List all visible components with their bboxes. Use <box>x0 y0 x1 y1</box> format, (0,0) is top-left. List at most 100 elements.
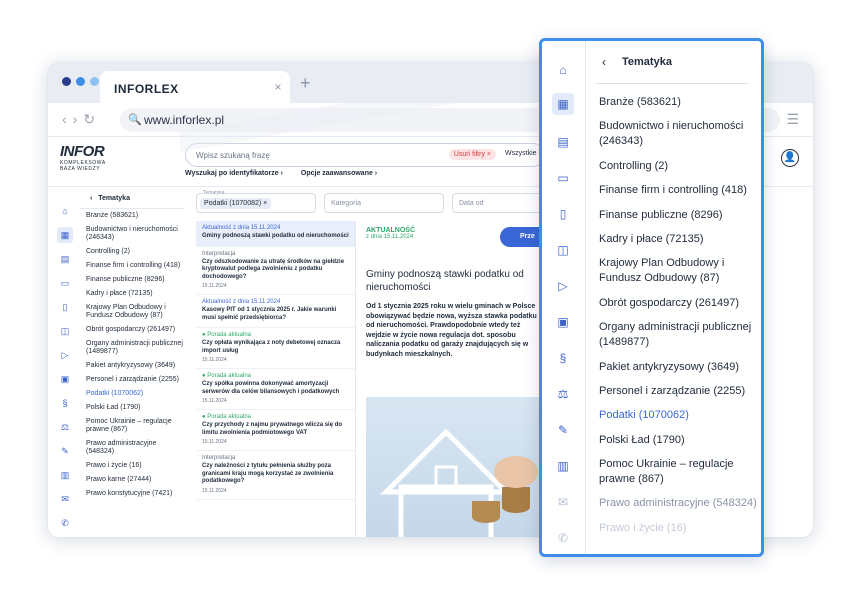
topic-panel: ‹ Tematyka Branże (583621) Budownictwo i … <box>80 187 184 537</box>
logo-subtitle: BAZA WIEDZY <box>60 166 101 172</box>
logo-text: INFOR <box>60 143 105 160</box>
clear-filters-button[interactable]: Usuń filtry × <box>448 149 496 160</box>
logo[interactable]: INFOR KOMPLEKSOWA BAZA WIEDZY <box>60 143 120 172</box>
window-dot[interactable] <box>76 77 85 86</box>
briefcase-icon[interactable]: ▥ <box>552 455 574 477</box>
search-links: Wyszukaj po identyfikatorze › Opcje zaaw… <box>185 170 377 177</box>
play-icon[interactable]: ▷ <box>552 275 574 297</box>
zoomed-topic-item[interactable]: Polski Ład (1790) <box>599 433 759 448</box>
gift-icon[interactable]: ◫ <box>57 323 73 339</box>
mail-icon[interactable]: ✉ <box>57 491 73 507</box>
edit-icon[interactable]: ✎ <box>57 443 73 459</box>
nav-buttons[interactable]: ‹›↻ <box>62 111 101 128</box>
result-tag: Aktualność z dnia 15.11.2024 <box>202 299 281 305</box>
gavel-icon[interactable]: ⚖ <box>552 383 574 405</box>
browser-tab[interactable]: INFORLEX × <box>100 71 290 103</box>
book-icon[interactable]: ▯ <box>552 203 574 225</box>
zoomed-topic-item[interactable]: Personel i zarządzanie (2255) <box>599 384 759 399</box>
topic-item[interactable]: Prawo konstytucyjne (7421) <box>80 487 184 501</box>
result-title: Gminy podnoszą stawki podatku od nieruch… <box>202 233 349 239</box>
book-icon[interactable]: ▯ <box>57 299 73 315</box>
paragraph-icon[interactable]: § <box>57 395 73 411</box>
topic-item[interactable]: Kadry i płace (72135) <box>80 287 184 301</box>
topic-filter-select[interactable]: Tematyka Podatki (1070082) × <box>196 190 316 213</box>
advanced-options-link[interactable]: Opcje zaawansowane › <box>301 170 377 177</box>
home-icon[interactable]: ⌂ <box>552 59 574 81</box>
edit-icon[interactable]: ✎ <box>552 419 574 441</box>
zoomed-topic-item[interactable]: Controlling (2) <box>599 159 759 174</box>
monitor-icon[interactable]: ▣ <box>57 371 73 387</box>
topic-item[interactable]: Pakiet antykryzysowy (3649) <box>80 359 184 373</box>
topic-item[interactable]: Finanse publiczne (8296) <box>80 273 184 287</box>
topic-item[interactable]: Budownictwo i nieruchomości (246343) <box>80 223 184 245</box>
topic-item[interactable]: Polski Ład (1790) <box>80 401 184 415</box>
back-icon[interactable]: ‹ <box>602 55 606 69</box>
grid-icon[interactable]: ▦ <box>57 227 73 243</box>
menu-icon[interactable]: ☰ <box>786 111 799 128</box>
result-title: Czy odszkodowanie za utratę środków na g… <box>202 258 345 280</box>
zoomed-topic-item[interactable]: Budownictwo i nieruchomości (246343) <box>599 119 759 149</box>
search-scope-select[interactable]: Wszystkie k <box>505 150 542 157</box>
zoomed-topic-item[interactable]: Prawo administracyjne (548324) <box>599 496 759 511</box>
article-title: Gminy podnoszą stawki podatku od nieruch… <box>366 269 524 293</box>
zoomed-topic-item[interactable]: Pomoc Ukrainie – regulacje prawne (867) <box>599 457 759 487</box>
result-title: Czy przychody z najmu prywatnego wlicza … <box>202 422 343 436</box>
zoomed-topic-item[interactable]: Kadry i płace (72135) <box>599 232 759 247</box>
topic-item[interactable]: Finanse firm i controlling (418) <box>80 259 184 273</box>
window-dot[interactable] <box>90 77 99 86</box>
result-item[interactable]: Interpretacja Czy należności z tytułu peł… <box>196 451 355 500</box>
document-icon[interactable]: ▤ <box>57 251 73 267</box>
result-item[interactable]: ● Porada aktualna Czy przychody z najmu p… <box>196 410 355 451</box>
phone-icon[interactable]: ✆ <box>57 515 73 531</box>
document-icon[interactable]: ▤ <box>552 131 574 153</box>
zoomed-topic-item[interactable]: Branże (583621) <box>599 95 759 110</box>
topic-item[interactable]: Krajowy Plan Odbudowy i Fundusz Odbudowy… <box>80 301 184 323</box>
file-icon[interactable]: ▭ <box>552 167 574 189</box>
zoomed-topic-item[interactable]: Obrót gospodarczy (261497) <box>599 296 759 311</box>
topic-item[interactable]: Branże (583621) <box>80 209 184 223</box>
topic-item[interactable]: Prawo administracyjne (548324) <box>80 437 184 459</box>
mail-icon[interactable]: ✉ <box>552 491 574 513</box>
topic-item[interactable]: Organy administracji publicznej (1489877… <box>80 337 184 359</box>
gift-icon[interactable]: ◫ <box>552 239 574 261</box>
zoomed-topic-item[interactable]: Prawo i życie (16) <box>599 521 759 536</box>
window-dot[interactable] <box>62 77 71 86</box>
zoomed-topic-item[interactable]: Finanse publiczne (8296) <box>599 208 759 223</box>
zoomed-topic-item[interactable]: Finanse firm i controlling (418) <box>599 183 759 198</box>
close-icon[interactable]: × <box>274 80 282 94</box>
zoomed-topic-item[interactable]: Krajowy Plan Odbudowy i Fundusz Odbudowy… <box>599 256 759 286</box>
zoomed-topic-item[interactable]: Pakiet antykryzysowy (3649) <box>599 360 759 375</box>
search-input[interactable]: Wpisz szukaną frazę Usuń filtry × Wszyst… <box>185 143 545 167</box>
category-select[interactable]: Kategoria <box>324 193 444 213</box>
file-icon[interactable]: ▭ <box>57 275 73 291</box>
result-item[interactable]: Aktualność z dnia 15.11.2024 Kasowy PIT o… <box>196 295 355 328</box>
result-item[interactable]: Aktualność z dnia 15.11.2024 Gminy podnos… <box>196 221 355 247</box>
phone-icon[interactable]: ✆ <box>552 527 574 549</box>
zoomed-topic-item[interactable]: Podatki (1070062) <box>599 408 759 423</box>
topic-item[interactable]: Podatki (1070062) <box>80 387 184 401</box>
result-item[interactable]: ● Porada aktualna Czy spółka powinna doko… <box>196 369 355 410</box>
topic-item[interactable]: Obrót gospodarczy (261497) <box>80 323 184 337</box>
back-icon[interactable]: ‹ <box>90 195 92 202</box>
result-item[interactable]: ● Porada aktualna Czy opłata wynikająca z… <box>196 328 355 369</box>
topic-item[interactable]: Personel i zarządzanie (2255) <box>80 373 184 387</box>
topic-item[interactable]: Prawo karne (27444) <box>80 473 184 487</box>
topic-item[interactable]: Controlling (2) <box>80 245 184 259</box>
new-tab-icon[interactable]: + <box>300 73 311 94</box>
user-icon[interactable]: 👤 <box>781 149 799 167</box>
home-icon[interactable]: ⌂ <box>57 203 73 219</box>
gavel-icon[interactable]: ⚖ <box>57 419 73 435</box>
monitor-icon[interactable]: ▣ <box>552 311 574 333</box>
play-icon[interactable]: ▷ <box>57 347 73 363</box>
topic-filter-chip[interactable]: Podatki (1070082) × <box>200 198 272 209</box>
zoomed-topic-item[interactable]: Organy administracji publicznej (1489877… <box>599 320 759 350</box>
grid-icon[interactable]: ▦ <box>552 93 574 115</box>
topic-item[interactable]: Prawo i życie (16) <box>80 459 184 473</box>
briefcase-icon[interactable]: ▥ <box>57 467 73 483</box>
result-date: 15.11.2024 <box>202 439 227 445</box>
result-item[interactable]: Interpretacja Czy odszkodowanie za utratę… <box>196 247 355 295</box>
identifier-search-link[interactable]: Wyszukaj po identyfikatorze › <box>185 170 283 177</box>
topic-item[interactable]: Pomoc Ukrainie – regulacje prawne (867) <box>80 415 184 437</box>
paragraph-icon[interactable]: § <box>552 347 574 369</box>
result-date: 15.11.2024 <box>202 398 227 404</box>
